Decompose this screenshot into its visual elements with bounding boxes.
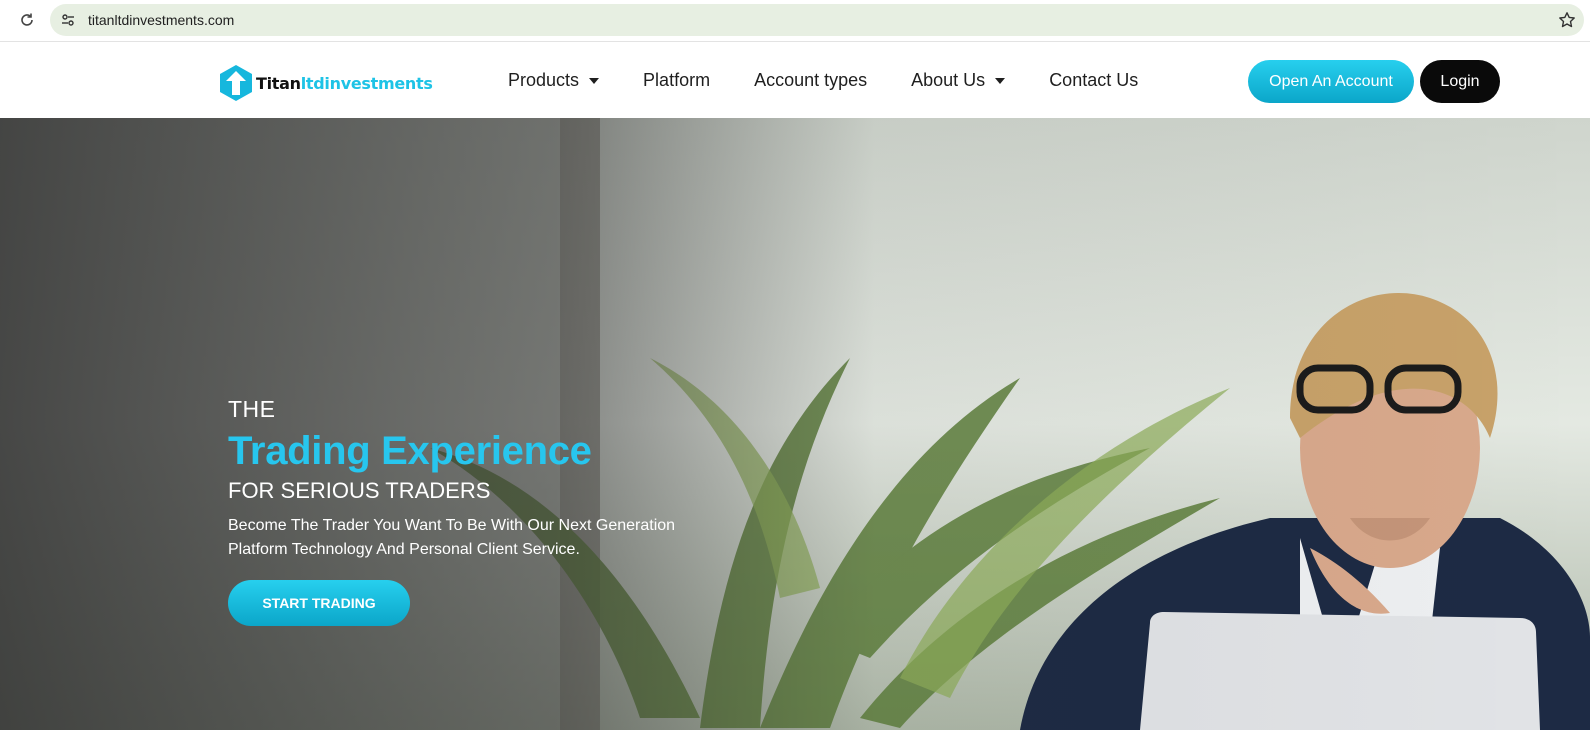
reload-icon[interactable] <box>16 9 38 31</box>
start-trading-button[interactable]: START TRADING <box>228 580 410 626</box>
logo-text: Titanltdinvestments <box>256 74 433 93</box>
nav-account-types[interactable]: Account types <box>754 70 867 91</box>
site-info-icon[interactable] <box>58 10 78 30</box>
nav-products[interactable]: Products <box>508 70 600 91</box>
site-header: Titanltdinvestments Products Platform Ac… <box>0 43 1590 118</box>
login-button[interactable]: Login <box>1420 60 1500 103</box>
hero-subtitle: FOR SERIOUS TRADERS <box>228 478 491 503</box>
site-logo[interactable]: Titanltdinvestments <box>219 64 433 102</box>
hero-eyebrow: THE <box>228 396 276 422</box>
address-bar[interactable]: titanltdinvestments.com <box>50 4 1584 36</box>
nav-about-us-label: About Us <box>911 70 986 90</box>
nav-products-label: Products <box>508 70 580 90</box>
hero-title: Trading Experience <box>228 429 592 473</box>
hero-banner: THE Trading Experience FOR SERIOUS TRADE… <box>0 118 1590 730</box>
nav-platform[interactable]: Platform <box>643 70 710 91</box>
nav-account-types-label: Account types <box>754 70 868 90</box>
nav-contact-us[interactable]: Contact Us <box>1049 70 1138 91</box>
logo-text-part2: ltdinvestments <box>300 73 433 93</box>
browser-toolbar: titanltdinvestments.com <box>0 0 1590 42</box>
star-icon[interactable] <box>1556 9 1578 31</box>
hero-content: THE Trading Experience FOR SERIOUS TRADE… <box>228 396 688 626</box>
nav-platform-label: Platform <box>643 70 711 90</box>
hero-description: Become The Trader You Want To Be With Ou… <box>228 517 676 558</box>
caret-down-icon <box>589 77 600 84</box>
main-nav: Products Platform Account types About Us… <box>508 43 1182 118</box>
nav-contact-us-label: Contact Us <box>1049 70 1139 90</box>
titan-logo-mark <box>220 65 252 101</box>
open-account-button[interactable]: Open An Account <box>1248 60 1414 103</box>
nav-about-us[interactable]: About Us <box>911 70 1006 91</box>
url-text[interactable]: titanltdinvestments.com <box>88 12 234 28</box>
logo-text-part1: Titan <box>256 73 301 93</box>
caret-down-icon <box>995 77 1006 84</box>
